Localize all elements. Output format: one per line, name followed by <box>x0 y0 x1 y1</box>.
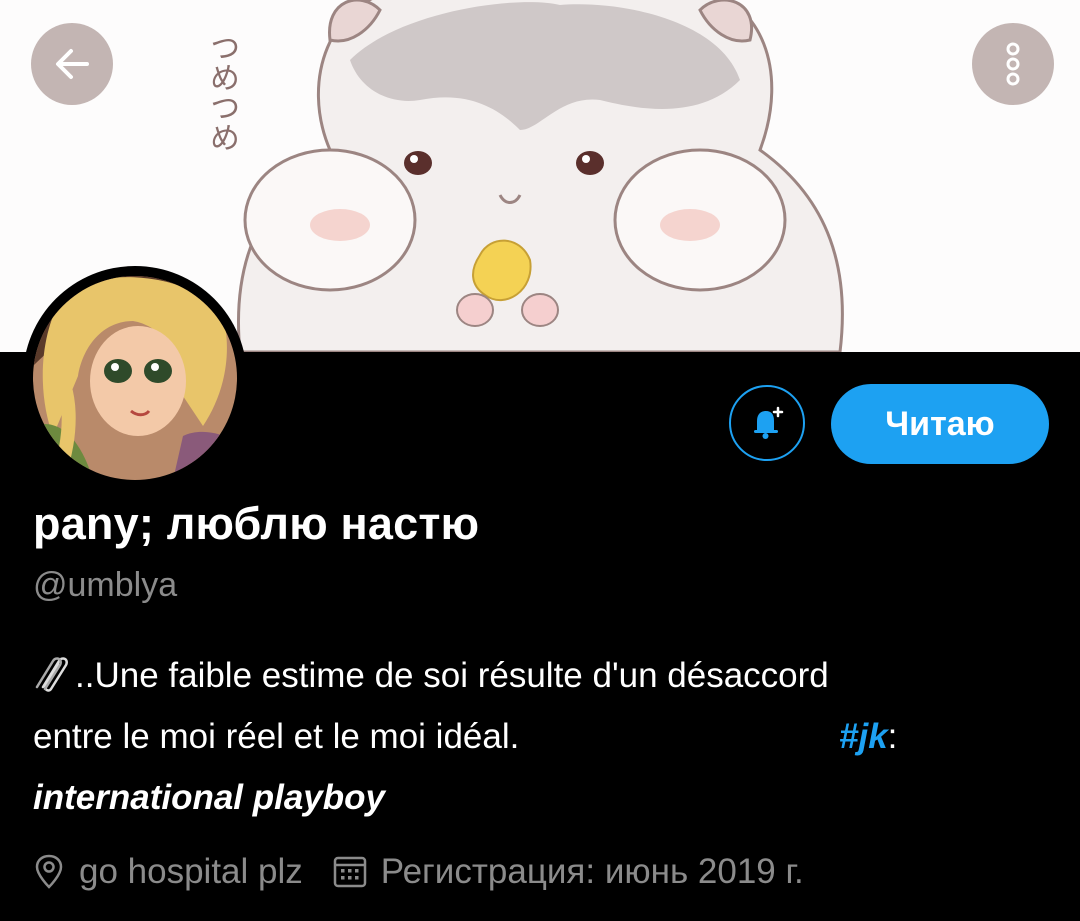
bio-hashtag-group: #jk: <box>839 706 897 767</box>
location-pin-icon <box>33 854 65 890</box>
paperclip-icon <box>35 657 68 692</box>
following-button[interactable]: Читаю <box>831 384 1049 464</box>
profile-bio: ..Une faible estime de soi résulte d'un … <box>33 645 1043 828</box>
join-date-text: Регистрация: июнь 2019 г. <box>380 852 804 891</box>
profile-avatar[interactable] <box>23 266 247 490</box>
location-text: go hospital plz <box>79 852 303 891</box>
user-handle: @umblya <box>33 566 178 604</box>
calendar-icon <box>333 855 367 889</box>
bio-text-line-2: entre le moi réel et le moi idéal. <box>33 717 520 756</box>
avatar-image <box>33 276 237 480</box>
notifications-toggle-button[interactable] <box>729 385 805 461</box>
arrow-left-icon <box>56 49 89 79</box>
banner-scribble: つめつめ <box>204 32 239 152</box>
bio-line-3: international playboy <box>33 778 385 817</box>
back-button[interactable] <box>31 23 113 105</box>
more-options-button[interactable] <box>972 23 1054 105</box>
bio-line-2: entre le moi réel et le moi idéal. #jk: <box>33 706 1043 767</box>
bio-text-line-1: ..Une faible estime de soi résulte d'un … <box>75 656 829 695</box>
hashtag-link[interactable]: #jk <box>839 717 888 756</box>
display-name: pany; люблю настю <box>33 498 480 549</box>
bio-line-1: ..Une faible estime de soi résulte d'un … <box>33 645 1043 706</box>
hashtag-suffix: : <box>887 717 898 756</box>
more-vertical-icon <box>1006 42 1020 86</box>
profile-meta: go hospital plz Регистрация: июнь 2019 г… <box>33 852 804 892</box>
bell-plus-icon <box>754 406 784 439</box>
